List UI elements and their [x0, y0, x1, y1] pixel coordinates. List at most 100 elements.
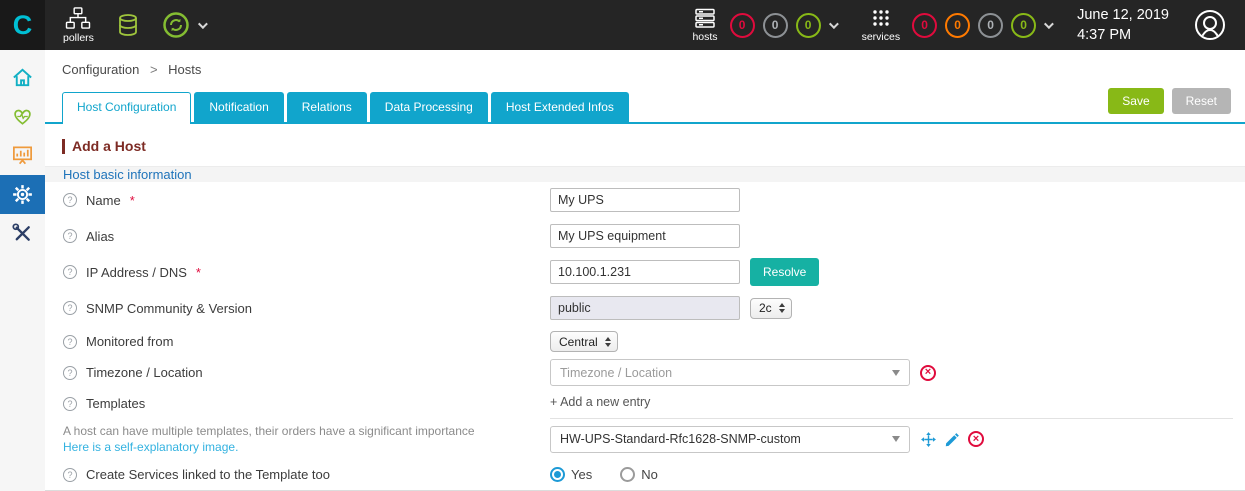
user-profile-icon[interactable]: [1195, 10, 1225, 40]
services-warning-badge[interactable]: 0: [945, 13, 970, 38]
services-label: services: [862, 31, 901, 43]
services-menu[interactable]: services: [862, 8, 901, 43]
tab-notification[interactable]: Notification: [194, 92, 283, 122]
delete-template-icon[interactable]: [968, 431, 984, 447]
templates-label: Templates: [86, 396, 145, 411]
hosts-status-cluster: hosts 0 0 0: [692, 8, 835, 43]
form-row-snmp: ? SNMP Community & Version 2c: [45, 290, 1245, 326]
section-title: Host basic information: [63, 167, 192, 182]
services-critical-badge[interactable]: 0: [912, 13, 937, 38]
help-icon[interactable]: ?: [63, 468, 77, 482]
chevron-down-icon: [198, 19, 208, 29]
current-time: 4:37 PM: [1077, 25, 1169, 45]
template-select[interactable]: HW-UPS-Standard-Rfc1628-SNMP-custom: [550, 426, 910, 453]
database-status[interactable]: [118, 13, 138, 38]
no-radio[interactable]: [620, 467, 635, 482]
title-bar-decoration: [62, 139, 65, 154]
ip-input[interactable]: [550, 260, 740, 284]
sidebar: [0, 50, 45, 491]
hosts-up-badge[interactable]: 0: [796, 13, 821, 38]
breadcrumb-hosts[interactable]: Hosts: [168, 62, 201, 77]
help-icon[interactable]: ?: [63, 366, 77, 380]
tab-relations[interactable]: Relations: [287, 92, 367, 122]
create-services-label: Create Services linked to the Template t…: [86, 467, 330, 482]
reset-button[interactable]: Reset: [1172, 88, 1231, 114]
services-status-cluster: services 0 0 0 0: [862, 8, 1052, 43]
tools-icon: [11, 222, 34, 245]
hosts-icon: [694, 8, 716, 28]
resolve-button[interactable]: Resolve: [750, 258, 819, 286]
pollers-menu[interactable]: pollers: [63, 7, 94, 44]
timezone-clear-icon[interactable]: [920, 365, 936, 381]
form-row-template-entry: A host can have multiple templates, thei…: [45, 419, 1245, 459]
sidebar-item-monitoring[interactable]: [0, 97, 45, 136]
timezone-select[interactable]: Timezone / Location: [550, 359, 910, 386]
help-icon[interactable]: ?: [63, 335, 77, 349]
pollers-icon: [65, 7, 91, 30]
help-icon[interactable]: ?: [63, 265, 77, 279]
section-header: Host basic information: [45, 166, 1245, 182]
centreon-logo[interactable]: C: [0, 0, 45, 50]
topbar: C pollers: [0, 0, 1245, 50]
help-icon[interactable]: ?: [63, 193, 77, 207]
services-unknown-badge[interactable]: 0: [978, 13, 1003, 38]
name-label: Name: [86, 193, 121, 208]
sidebar-item-configuration[interactable]: [0, 175, 45, 214]
sidebar-item-administration[interactable]: [0, 214, 45, 253]
help-icon[interactable]: ?: [63, 301, 77, 315]
help-icon[interactable]: ?: [63, 397, 77, 411]
required-mark: *: [130, 193, 135, 208]
yes-radio[interactable]: [550, 467, 565, 482]
edit-template-icon[interactable]: [944, 431, 961, 448]
snmp-community-input[interactable]: [550, 296, 740, 320]
tab-host-configuration[interactable]: Host Configuration: [62, 92, 191, 124]
gear-icon: [11, 183, 34, 206]
breadcrumb-configuration[interactable]: Configuration: [62, 62, 139, 77]
snmp-version-select[interactable]: 2c: [750, 298, 792, 319]
timezone-placeholder: Timezone / Location: [560, 366, 672, 380]
save-button[interactable]: Save: [1108, 88, 1163, 114]
templates-note-text: A host can have multiple templates, thei…: [63, 424, 475, 438]
select-stepper-icon: [779, 303, 785, 313]
chart-board-icon: [11, 144, 34, 167]
sidebar-item-home[interactable]: [0, 58, 45, 97]
select-stepper-icon: [605, 337, 611, 347]
hosts-chevron-down-icon[interactable]: [829, 19, 839, 29]
alias-label: Alias: [86, 229, 114, 244]
tab-host-extended-infos[interactable]: Host Extended Infos: [491, 92, 629, 122]
services-icon: [870, 8, 892, 28]
hosts-label: hosts: [692, 31, 717, 43]
alias-input[interactable]: [550, 224, 740, 248]
name-input[interactable]: [550, 188, 740, 212]
form-row-ip: ? IP Address / DNS * Resolve: [45, 254, 1245, 290]
sidebar-item-reporting[interactable]: [0, 136, 45, 175]
centreon-logo-glyph: C: [13, 10, 33, 41]
services-ok-badge[interactable]: 0: [1011, 13, 1036, 38]
create-services-no-option: No: [620, 467, 658, 482]
monitored-from-label: Monitored from: [86, 334, 173, 349]
poller-state-dropdown[interactable]: [162, 11, 205, 39]
ip-label: IP Address / DNS: [86, 265, 187, 280]
hosts-menu[interactable]: hosts: [692, 8, 717, 43]
hosts-unreachable-badge[interactable]: 0: [763, 13, 788, 38]
services-chevron-down-icon[interactable]: [1044, 19, 1054, 29]
heart-pulse-icon: [11, 105, 34, 128]
tab-data-processing[interactable]: Data Processing: [370, 92, 488, 122]
page-title: Add a Host: [45, 124, 1245, 159]
database-icon: [118, 13, 138, 38]
hosts-down-badge[interactable]: 0: [730, 13, 755, 38]
help-icon[interactable]: ?: [63, 229, 77, 243]
templates-note-link[interactable]: Here is a self-explanatory image.: [63, 439, 550, 455]
poller-ok-icon: [162, 11, 190, 39]
main-content: Configuration > Hosts Host Configuration…: [45, 50, 1245, 491]
caret-down-icon: [892, 436, 900, 442]
clock: June 12, 2019 4:37 PM: [1077, 5, 1169, 46]
add-template-link[interactable]: + Add a new entry: [550, 395, 650, 409]
monitored-from-value: Central: [559, 335, 598, 349]
template-selected-value: HW-UPS-Standard-Rfc1628-SNMP-custom: [560, 432, 801, 446]
move-template-icon[interactable]: [920, 431, 937, 448]
no-label: No: [641, 467, 658, 482]
page-title-text: Add a Host: [72, 138, 146, 154]
monitored-from-select[interactable]: Central: [550, 331, 618, 352]
snmp-label: SNMP Community & Version: [86, 301, 252, 316]
